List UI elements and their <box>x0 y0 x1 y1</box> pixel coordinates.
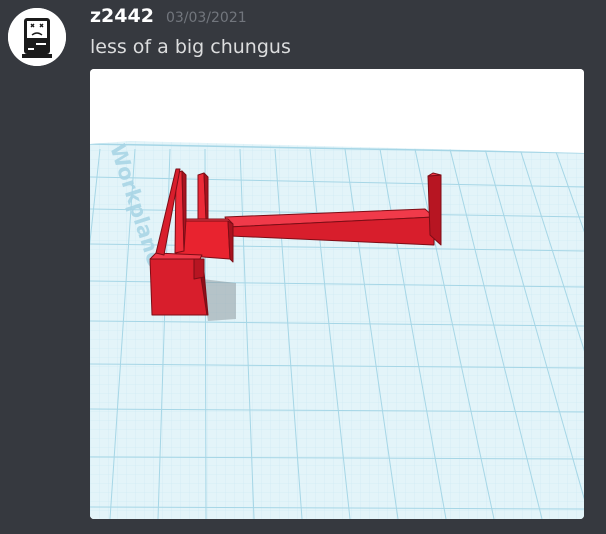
timestamp: 03/03/2021 <box>165 10 247 26</box>
username[interactable]: z2442 <box>90 5 154 27</box>
3d-model-render: Workplane <box>90 69 584 519</box>
workplane-grid <box>90 141 584 519</box>
message-header: z2442 03/03/2021 <box>90 5 247 31</box>
image-attachment[interactable]: Workplane <box>90 69 584 519</box>
sad-computer-icon <box>8 8 66 66</box>
user-avatar[interactable] <box>8 8 66 66</box>
chat-message: z2442 03/03/2021 less of a big chungus W… <box>0 0 606 534</box>
message-text: less of a big chungus <box>90 36 291 58</box>
